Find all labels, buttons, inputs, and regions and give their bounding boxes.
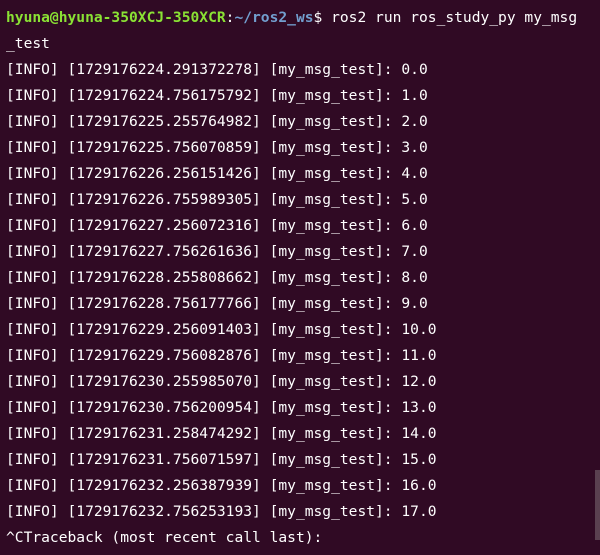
prompt-command-wrap: _test xyxy=(6,35,50,52)
log-line: [INFO] [1729176227.256072316] [my_msg_te… xyxy=(6,217,428,234)
prompt-user-host: hyuna@hyuna-350XCJ-350XCR xyxy=(6,9,226,26)
log-line: [INFO] [1729176231.756071597] [my_msg_te… xyxy=(6,451,437,468)
log-line: [INFO] [1729176229.256091403] [my_msg_te… xyxy=(6,321,437,338)
log-line: [INFO] [1729176229.756082876] [my_msg_te… xyxy=(6,347,437,364)
traceback-line: ^CTraceback (most recent call last): xyxy=(6,529,323,546)
log-line: [INFO] [1729176230.756200954] [my_msg_te… xyxy=(6,399,437,416)
log-line: [INFO] [1729176224.291372278] [my_msg_te… xyxy=(6,61,428,78)
log-line: [INFO] [1729176227.756261636] [my_msg_te… xyxy=(6,243,428,260)
prompt-line: hyuna@hyuna-350XCJ-350XCR:~/ros2_ws$ ros… xyxy=(6,5,577,31)
prompt-symbol: $ xyxy=(313,9,323,26)
scrollbar-thumb[interactable] xyxy=(595,470,600,540)
log-line: [INFO] [1729176230.255985070] [my_msg_te… xyxy=(6,373,437,390)
log-line: [INFO] [1729176232.256387939] [my_msg_te… xyxy=(6,477,437,494)
log-line: [INFO] [1729176226.256151426] [my_msg_te… xyxy=(6,165,428,182)
log-line: [INFO] [1729176231.258474292] [my_msg_te… xyxy=(6,425,437,442)
log-line: [INFO] [1729176228.756177766] [my_msg_te… xyxy=(6,295,428,312)
log-line: [INFO] [1729176224.756175792] [my_msg_te… xyxy=(6,87,428,104)
terminal-window[interactable]: hyuna@hyuna-350XCJ-350XCR:~/ros2_ws$ ros… xyxy=(0,0,600,555)
prompt-command: ros2 run ros_study_py my_msg xyxy=(322,9,578,26)
log-line: [INFO] [1729176232.756253193] [my_msg_te… xyxy=(6,503,437,520)
log-line: [INFO] [1729176226.755989305] [my_msg_te… xyxy=(6,191,428,208)
log-line: [INFO] [1729176228.255808662] [my_msg_te… xyxy=(6,269,428,286)
prompt-path: ~/ros2_ws xyxy=(234,9,314,26)
log-line: [INFO] [1729176225.756070859] [my_msg_te… xyxy=(6,139,428,156)
log-line: [INFO] [1729176225.255764982] [my_msg_te… xyxy=(6,113,428,130)
